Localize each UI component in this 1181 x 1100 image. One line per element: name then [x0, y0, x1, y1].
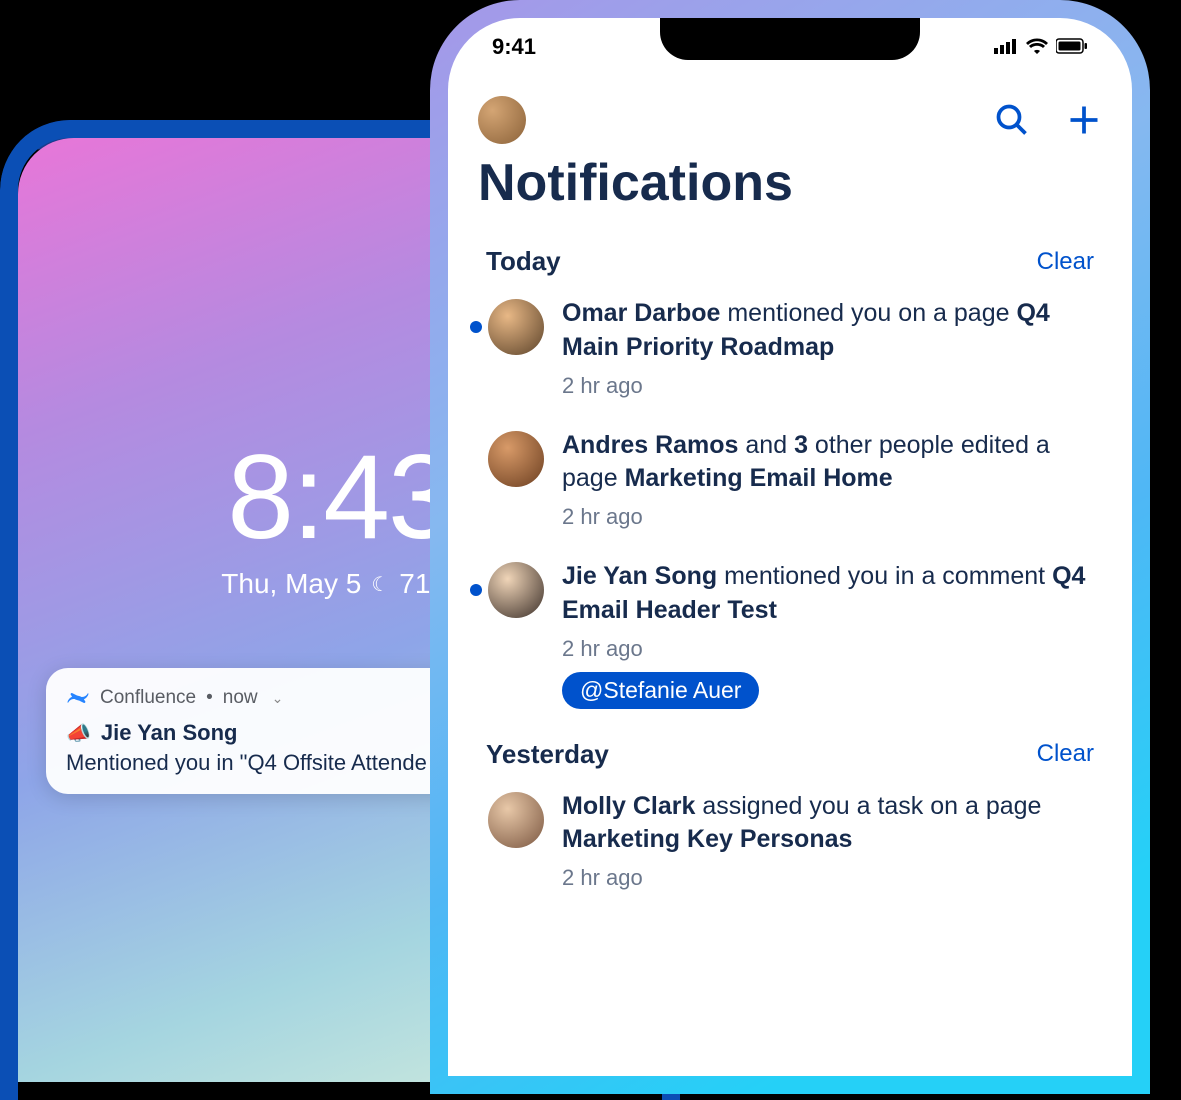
section-title: Yesterday — [486, 739, 609, 770]
clear-button[interactable]: Clear — [1037, 248, 1094, 276]
target-name: Marketing Email Home — [625, 464, 893, 492]
avatar[interactable] — [488, 431, 544, 487]
section-header-yesterday: Yesterday Clear — [478, 739, 1102, 770]
status-icons — [994, 34, 1088, 60]
notifications-list[interactable]: Today Clear Omar Darboe mentioned you on… — [448, 246, 1132, 1076]
app-screen: 9:41 — [448, 18, 1132, 1076]
notifications-phone: 9:41 — [430, 0, 1150, 1094]
clear-button[interactable]: Clear — [1037, 740, 1094, 768]
notification-item[interactable]: Omar Darboe mentioned you on a page Q4 M… — [478, 297, 1102, 399]
avatar[interactable] — [488, 792, 544, 848]
notification-item[interactable]: Molly Clark assigned you a task on a pag… — [478, 790, 1102, 892]
phone-notch — [660, 18, 920, 60]
unread-dot — [470, 321, 482, 333]
action-text: and — [738, 431, 794, 459]
mention-chip[interactable]: @Stefanie Auer — [562, 672, 759, 709]
page-title: Notifications — [478, 153, 793, 213]
notification-body: Jie Yan Song mentioned you in a comment … — [562, 560, 1102, 709]
section-header-today: Today Clear — [478, 246, 1102, 277]
actor-name: Jie Yan Song — [562, 562, 717, 590]
status-time: 9:41 — [492, 34, 536, 60]
signal-icon — [994, 34, 1018, 60]
notification-body: Omar Darboe mentioned you on a page Q4 M… — [562, 297, 1102, 399]
notification-time: 2 hr ago — [562, 373, 1102, 399]
unread-dot — [470, 584, 482, 596]
target-name: Marketing Key Personas — [562, 825, 852, 853]
actor-name: Molly Clark — [562, 792, 695, 820]
search-icon[interactable] — [994, 102, 1030, 138]
action-text: assigned you a task on a page — [695, 792, 1041, 820]
notification-body: Molly Clark assigned you a task on a pag… — [562, 790, 1102, 892]
app-header — [448, 86, 1132, 154]
actor-name: Omar Darboe — [562, 299, 720, 327]
notification-text: Omar Darboe mentioned you on a page Q4 M… — [562, 297, 1102, 365]
notification-time: 2 hr ago — [562, 504, 1102, 530]
action-text: mentioned you on a page — [720, 299, 1016, 327]
notification-text: Molly Clark assigned you a task on a pag… — [562, 790, 1102, 858]
action-text: mentioned you in a comment — [717, 562, 1052, 590]
avatar[interactable] — [488, 562, 544, 618]
count: 3 — [794, 431, 808, 459]
battery-icon — [1056, 34, 1088, 60]
avatar[interactable] — [488, 299, 544, 355]
header-actions — [994, 102, 1102, 138]
user-avatar[interactable] — [478, 96, 526, 144]
section-title: Today — [486, 246, 561, 277]
notification-time: 2 hr ago — [562, 865, 1102, 891]
notification-item[interactable]: Andres Ramos and 3 other people edited a… — [478, 429, 1102, 531]
notification-text: Andres Ramos and 3 other people edited a… — [562, 429, 1102, 497]
wifi-icon — [1026, 34, 1048, 60]
notification-time: 2 hr ago — [562, 636, 1102, 662]
notification-item[interactable]: Jie Yan Song mentioned you in a comment … — [478, 560, 1102, 709]
notification-text: Jie Yan Song mentioned you in a comment … — [562, 560, 1102, 628]
actor-name: Andres Ramos — [562, 431, 738, 459]
plus-icon[interactable] — [1066, 102, 1102, 138]
notification-body: Andres Ramos and 3 other people edited a… — [562, 429, 1102, 531]
